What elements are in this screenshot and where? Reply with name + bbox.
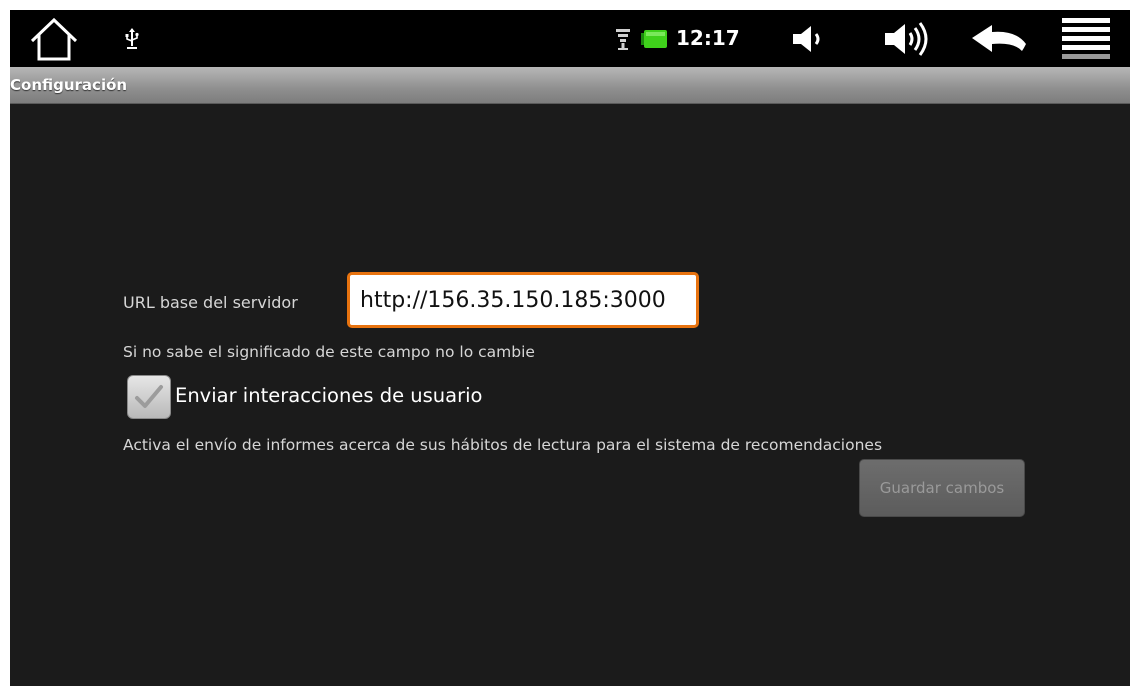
- url-label: URL base del servidor: [123, 293, 298, 312]
- home-icon[interactable]: [24, 10, 84, 67]
- checkmark-icon: [135, 385, 163, 408]
- android-screen: 12:17 Configuración URL base del servido…: [10, 10, 1130, 686]
- server-url-input[interactable]: [347, 272, 699, 328]
- url-help-text: Si no sabe el significado de este campo …: [123, 343, 535, 361]
- title-bar: Configuración: [10, 67, 1130, 104]
- battery-icon: [639, 10, 669, 67]
- menu-icon[interactable]: [1056, 10, 1116, 67]
- wifi-icon: [613, 10, 633, 67]
- send-interactions-checkbox[interactable]: [127, 375, 171, 419]
- send-interactions-label[interactable]: Enviar interacciones de usuario: [175, 384, 482, 407]
- status-clock: 12:17: [676, 26, 740, 50]
- status-bar: 12:17: [10, 10, 1130, 67]
- volume-down-icon[interactable]: [784, 10, 834, 67]
- volume-up-icon[interactable]: [878, 10, 938, 67]
- page-title: Configuración: [10, 76, 128, 94]
- save-changes-button[interactable]: Guardar cambos: [859, 459, 1025, 517]
- usb-icon: [118, 10, 146, 67]
- back-arrow-icon[interactable]: [964, 10, 1034, 67]
- send-interactions-help-text: Activa el envío de informes acerca de su…: [123, 436, 883, 454]
